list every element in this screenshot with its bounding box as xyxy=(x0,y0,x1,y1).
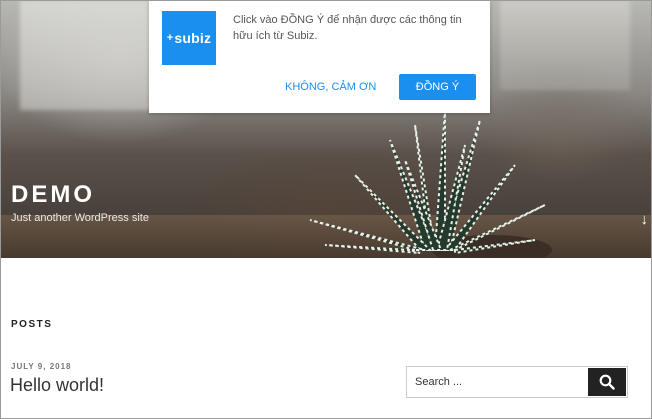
search-button[interactable] xyxy=(588,368,626,396)
accept-button[interactable]: ĐỒNG Ý xyxy=(399,74,476,100)
post-title[interactable]: Hello world! xyxy=(10,375,104,396)
background-window-right xyxy=(500,0,630,90)
search-form xyxy=(406,366,628,398)
background-window xyxy=(20,0,170,110)
popup-message: Click vào ĐỒNG Ý để nhận được các thông … xyxy=(233,14,462,42)
search-input[interactable] xyxy=(407,367,587,397)
plant-image xyxy=(309,109,546,255)
site-title[interactable]: DEMO xyxy=(11,181,95,209)
post-date[interactable]: JULY 9, 2018 xyxy=(11,362,71,371)
logo-text: subiz xyxy=(174,30,212,46)
site-description: Just another WordPress site xyxy=(11,212,149,224)
posts-heading: POSTS xyxy=(11,319,53,330)
subiz-logo: + subiz xyxy=(162,11,216,65)
decline-button[interactable]: KHÔNG, CẢM ƠN xyxy=(281,74,380,100)
scroll-down-icon[interactable]: ↓ xyxy=(641,211,649,228)
search-icon xyxy=(599,374,615,390)
logo-plus-icon: + xyxy=(166,32,174,44)
subiz-consent-popup: + subiz Click vào ĐỒNG Ý để nhận được cá… xyxy=(149,0,490,113)
